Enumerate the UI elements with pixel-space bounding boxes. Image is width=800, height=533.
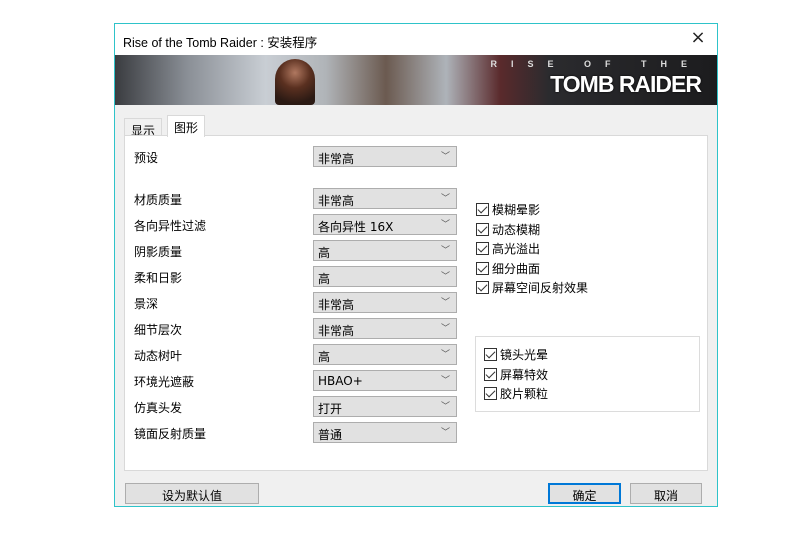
chevron-down-icon: ﹀ — [440, 246, 450, 256]
group-checkbox[interactable]: 屏幕特效 — [484, 366, 548, 383]
chevron-down-icon: ﹀ — [440, 428, 450, 438]
setting-label: 仿真头发 — [134, 401, 183, 415]
checkbox-label: 模糊晕影 — [492, 203, 541, 217]
effect-checkbox[interactable]: 高光溢出 — [476, 240, 540, 257]
checkbox-label: 细分曲面 — [492, 261, 541, 276]
set-defaults-button[interactable]: 设为默认值 — [125, 483, 259, 504]
checkbox-checked-icon — [484, 367, 497, 381]
setting-value: 非常高 — [318, 298, 355, 312]
chevron-down-icon: ﹀ — [440, 220, 450, 230]
title-bar: Rise of the Tomb Raider : 安装程序 × — [115, 24, 717, 55]
setting-label: 环境光遮蔽 — [134, 375, 195, 389]
graphics-panel: 预设 非常高 ﹀ 材质质量 非常高 ﹀ 各向异性过滤 各向异性 16X ﹀ 阴影质量 高 ﹀… — [124, 135, 708, 471]
setting-select[interactable]: 高 ﹀ — [313, 344, 457, 365]
setting-value: 非常高 — [318, 194, 355, 208]
cancel-button[interactable]: 取消 — [630, 483, 702, 504]
chevron-down-icon: ﹀ — [440, 272, 450, 282]
effect-checkbox[interactable]: 细分曲面 — [476, 260, 540, 277]
setting-select[interactable]: 高 ﹀ — [313, 266, 457, 287]
tab-graphics[interactable]: 图形 — [167, 115, 206, 137]
preset-value: 非常高 — [318, 152, 355, 166]
preset-select[interactable]: 非常高 ﹀ — [313, 146, 457, 167]
setting-select[interactable]: 打开 ﹀ — [313, 396, 457, 417]
setting-label: 细节层次 — [134, 323, 183, 337]
checkbox-checked-icon — [476, 281, 489, 294]
logo-line2: TOMB RAIDER — [550, 71, 702, 97]
setting-label: 镜面反射质量 — [134, 427, 207, 441]
checkbox-checked-icon — [484, 387, 497, 400]
chevron-down-icon: ﹀ — [440, 350, 450, 360]
setting-label: 柔和日影 — [134, 271, 183, 285]
setting-select[interactable]: HBAO+ ﹀ — [313, 370, 457, 391]
checkbox-label: 屏幕特效 — [500, 367, 549, 382]
checkbox-checked-icon — [476, 261, 489, 275]
setting-select[interactable]: 高 ﹀ — [313, 240, 457, 261]
checkbox-checked-icon — [476, 222, 489, 236]
setting-label: 各向异性过滤 — [134, 219, 207, 233]
setting-label: 景深 — [134, 297, 159, 311]
checkbox-label: 屏幕空间反射效果 — [492, 281, 589, 295]
setting-value: 高 — [318, 246, 331, 260]
setting-label: 动态树叶 — [134, 349, 183, 363]
setting-value: 非常高 — [318, 324, 355, 338]
chevron-down-icon: ﹀ — [440, 298, 450, 308]
game-banner: RISE OF THE TOMB RAIDER — [115, 55, 717, 105]
effect-checkbox[interactable]: 屏幕空间反射效果 — [476, 279, 588, 296]
chevron-down-icon: ﹀ — [440, 376, 450, 386]
setting-select[interactable]: 普通 ﹀ — [313, 422, 457, 443]
setting-value: 打开 — [318, 402, 343, 416]
setting-value: 高 — [318, 272, 331, 286]
checkbox-label: 动态模糊 — [492, 222, 541, 237]
checkbox-label: 胶片颗粒 — [500, 387, 549, 401]
setting-select[interactable]: 非常高 ﹀ — [313, 292, 457, 313]
checkbox-label: 镜头光晕 — [500, 348, 549, 362]
preset-label: 预设 — [134, 151, 159, 165]
setting-select[interactable]: 非常高 ﹀ — [313, 318, 457, 339]
checkbox-checked-icon — [476, 203, 489, 216]
ok-button[interactable]: 确定 — [548, 483, 621, 504]
chevron-down-icon: ﹀ — [440, 324, 450, 334]
chevron-down-icon: ﹀ — [440, 152, 450, 162]
installer-window: Rise of the Tomb Raider : 安装程序 × RISE OF… — [114, 23, 718, 507]
close-icon[interactable]: × — [687, 27, 709, 48]
setting-value: 高 — [318, 350, 331, 364]
checkbox-label: 高光溢出 — [492, 242, 541, 256]
character-image — [275, 59, 315, 105]
setting-label: 材质质量 — [134, 193, 183, 207]
chevron-down-icon: ﹀ — [440, 194, 450, 204]
setting-label: 阴影质量 — [134, 245, 183, 259]
setting-value: 普通 — [318, 428, 343, 442]
setting-select[interactable]: 非常高 ﹀ — [313, 188, 457, 209]
group-checkbox[interactable]: 胶片颗粒 — [484, 385, 548, 402]
chevron-down-icon: ﹀ — [440, 402, 450, 412]
setting-select[interactable]: 各向异性 16X ﹀ — [313, 214, 457, 235]
logo-line1: RISE OF THE — [490, 59, 701, 69]
group-checkbox[interactable]: 镜头光晕 — [484, 346, 548, 363]
effects-group: 镜头光晕屏幕特效胶片颗粒 — [475, 336, 700, 412]
effect-checkbox[interactable]: 模糊晕影 — [476, 201, 540, 218]
checkbox-checked-icon — [484, 348, 497, 361]
checkbox-checked-icon — [476, 242, 489, 255]
effect-checkbox[interactable]: 动态模糊 — [476, 221, 540, 238]
window-title: Rise of the Tomb Raider : 安装程序 — [123, 36, 318, 50]
setting-value: 各向异性 16X — [318, 220, 394, 234]
setting-value: HBAO+ — [318, 374, 363, 388]
